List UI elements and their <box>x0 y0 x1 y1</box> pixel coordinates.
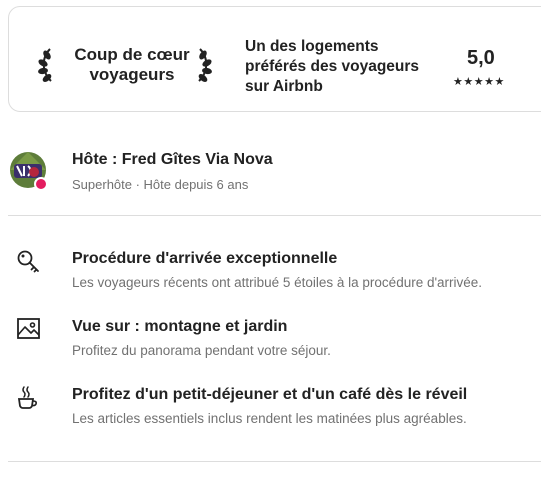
host-name[interactable]: Hôte : Fred Gîtes Via Nova <box>72 151 273 169</box>
host-subtitle: Superhôte · Hôte depuis 6 ans <box>72 177 249 192</box>
badge-description: Un des logements préférés des voyageurs … <box>245 38 420 95</box>
host-avatar[interactable] <box>8 150 50 192</box>
laurel-left-icon <box>35 47 57 83</box>
superhost-badge-icon <box>34 177 48 191</box>
rating-value: 5,0 <box>467 47 495 69</box>
badge-title: Coup de cœur voyageurs <box>74 45 190 84</box>
key-icon <box>16 249 42 275</box>
feature-description: Les articles essentiels inclus rendent l… <box>72 411 467 426</box>
divider <box>8 461 541 462</box>
laurel-right-icon <box>193 47 215 83</box>
feature-title: Procédure d'arrivée exceptionnelle <box>72 250 338 267</box>
feature-description: Les voyageurs récents ont attribué 5 éto… <box>72 275 483 290</box>
coffee-icon <box>16 385 42 411</box>
guest-favorite-card: Coup de cœur voyageurs Un des logements … <box>8 6 541 112</box>
feature-description: Profitez du panorama pendant votre séjou… <box>72 343 331 358</box>
divider <box>8 215 541 216</box>
feature-title: Profitez d'un petit-déjeuner et d'un caf… <box>72 386 468 403</box>
rating-stars: ★★★★★ <box>453 76 505 88</box>
feature-title: Vue sur : montagne et jardin <box>72 318 288 335</box>
picture-icon <box>16 316 42 342</box>
